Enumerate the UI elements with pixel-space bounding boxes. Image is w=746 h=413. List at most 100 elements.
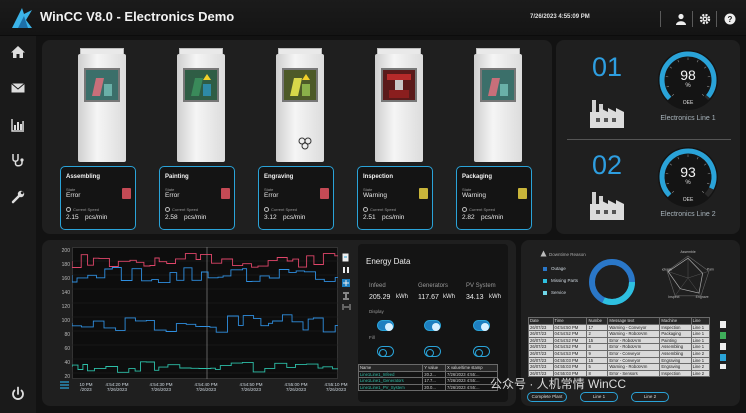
- alarm-row[interactable]: 26/07/23 04:54:53 PM 9 Error - Conveyor Asse…: [528, 349, 711, 358]
- display-toggle-generators[interactable]: [424, 320, 441, 331]
- table-cell: 26/07/23: [528, 349, 554, 358]
- state-value: Error: [165, 192, 180, 199]
- fill-toggle-pv[interactable]: [473, 346, 490, 357]
- date-time-display: 7/26/2023 4:55:09 PM: [530, 14, 590, 20]
- table-cell: Assembling: [659, 349, 692, 358]
- wrench-icon[interactable]: [10, 189, 26, 205]
- station-card-assembling[interactable]: Assembling State Error Current Speed 2.1…: [60, 166, 136, 230]
- table-cell: Error - RobotArm: [607, 343, 661, 351]
- oee-label: OEE: [682, 100, 694, 106]
- column-header[interactable]: Machine: [659, 317, 692, 325]
- mail-icon[interactable]: [10, 80, 26, 96]
- station-card-painting[interactable]: Painting State Error Current Speed 2.58 …: [159, 166, 235, 230]
- table-cell: Line1Line1_Infeed: [357, 370, 424, 379]
- filter-button-line-1[interactable]: Line 1: [580, 392, 618, 402]
- y-tick: 120: [61, 304, 70, 310]
- zoom-axis-icon[interactable]: [342, 292, 350, 300]
- alarm-row[interactable]: 26/07/23 04:54:52 PM 15 Error - RobotArm Pai…: [528, 336, 711, 345]
- assembling-machine-image[interactable]: [72, 48, 132, 164]
- column-header[interactable]: Numbe: [586, 317, 609, 325]
- stethoscope-icon[interactable]: [10, 152, 26, 168]
- app-logo-icon: [12, 8, 32, 28]
- painting-machine-image[interactable]: [171, 48, 231, 164]
- energy-label-generators: Generators: [418, 283, 449, 289]
- station-card-inspection[interactable]: Inspection State Warning Current Speed 2…: [357, 166, 433, 230]
- radar-label: Paint: [707, 267, 714, 271]
- power-icon[interactable]: [10, 386, 26, 402]
- trend-values-row[interactable]: Line1Line1_PV_System 20.0... 7/26/2023 4:5…: [357, 383, 498, 392]
- toolbar-separator: [716, 11, 717, 27]
- fit-icon[interactable]: [342, 303, 351, 311]
- station-card-packaging[interactable]: Packaging State Warning Current Speed 2.…: [456, 166, 532, 230]
- trend-values-row[interactable]: Line1Line1_Generators 17.7... 7/26/2023 4:…: [357, 377, 498, 385]
- filter-button-complete-plant[interactable]: Complete Plant: [527, 392, 567, 402]
- column-header[interactable]: Time: [552, 317, 588, 325]
- alarm-row[interactable]: 26/07/23 04:54:52 PM 8 Error - RobotArm Asse…: [528, 343, 711, 351]
- column-header[interactable]: Line: [690, 317, 711, 325]
- y-tick: 60: [64, 346, 70, 352]
- error-book-icon: [221, 188, 230, 199]
- export-icon[interactable]: [342, 253, 350, 262]
- filter-button-line-2[interactable]: Line 2: [631, 392, 669, 402]
- lines-divider: [567, 139, 731, 140]
- inspection-machine-image[interactable]: [369, 48, 429, 164]
- column-header[interactable]: Y value: [422, 364, 446, 372]
- column-header[interactable]: Date: [528, 317, 554, 325]
- fill-toggle-generators[interactable]: [424, 346, 441, 357]
- legend-swatch-service: [543, 291, 547, 295]
- line-name-1: Electronics Line 1: [660, 115, 716, 122]
- alarm-row[interactable]: 26/07/23 04:54:52 PM 2 Warning - RobotArm Pa…: [528, 330, 711, 338]
- clock-icon: [264, 207, 269, 212]
- wincc-hmi-screen: { "app": {"title": "WinCC V8.0 - Electro…: [0, 0, 746, 413]
- alarm-row[interactable]: 26/07/23 04:55:03 PM 15 Error - Conveyor Eng…: [528, 356, 711, 365]
- help-icon[interactable]: ?: [724, 13, 736, 25]
- table-cell: Line1Line1_PV_System: [357, 383, 424, 392]
- trend-values-row[interactable]: Line1Line1_Infeed 20.2... 7/26/2023 4:55:.…: [357, 370, 498, 379]
- table-cell: Line 1: [690, 323, 711, 332]
- fill-label: Fill: [369, 335, 375, 340]
- alarm-row[interactable]: 26/07/23 04:55:03 PM 5 Warning - RobotArm En…: [528, 363, 711, 371]
- watermark-text: 公众号 · 人机常情 WinCC: [490, 377, 626, 391]
- pause-icon[interactable]: [342, 266, 350, 274]
- bar-chart-icon[interactable]: [10, 117, 26, 133]
- display-toggle-infeed[interactable]: [377, 320, 394, 331]
- legend-swatch-missing-parts: [543, 279, 547, 283]
- packaging-machine-image[interactable]: [468, 48, 528, 164]
- speed-label: Current Speed: [73, 207, 100, 212]
- engraving-machine-image[interactable]: [270, 48, 330, 164]
- column-header[interactable]: Name: [357, 364, 424, 372]
- table-cell: 2: [586, 330, 609, 338]
- alarm-print-icon: [720, 364, 726, 369]
- table-cell: 26/07/23: [528, 343, 554, 351]
- alarm-ack-icon: [720, 332, 726, 339]
- table-cell: Inspection: [659, 369, 692, 378]
- speed-unit: pcs/min: [481, 214, 504, 221]
- alarm-row[interactable]: 26/07/23 04:54:50 PM 17 Warning - Conveyor I…: [528, 323, 711, 332]
- energy-label-pv: PV System: [466, 283, 496, 289]
- table-cell: Error - Conveyor: [607, 356, 661, 365]
- warning-triangle-icon: [540, 250, 547, 257]
- gear-icon[interactable]: [699, 13, 711, 25]
- table-cell: Warning - RobotArm: [607, 330, 661, 338]
- svg-text:?: ?: [728, 15, 733, 24]
- state-value: Error: [264, 192, 279, 199]
- display-toggle-pv[interactable]: [473, 320, 490, 331]
- radar-axis: [674, 277, 689, 296]
- column-header[interactable]: X value/time stamp: [445, 364, 498, 372]
- home-icon[interactable]: [10, 44, 26, 60]
- station-name: Assembling: [66, 174, 101, 180]
- column-header[interactable]: Message text: [607, 317, 661, 325]
- ruler-icon[interactable]: [342, 279, 350, 287]
- line-number-2: 02: [592, 150, 623, 180]
- speed-label: Current Speed: [172, 207, 199, 212]
- factory-icon: [590, 100, 624, 128]
- clock-icon: [165, 207, 170, 212]
- fill-toggle-infeed[interactable]: [377, 346, 394, 357]
- table-cell: 04:55:03 PM: [552, 356, 588, 365]
- trend-values-table: Name Y value X value/time stamp Line1Lin…: [357, 364, 498, 392]
- table-cell: 26/07/23: [528, 356, 554, 365]
- station-card-engraving[interactable]: Engraving State Error Current Speed 3.12…: [258, 166, 334, 230]
- station-name: Packaging: [462, 174, 493, 180]
- radar-series: [667, 257, 704, 294]
- user-icon[interactable]: [675, 13, 687, 25]
